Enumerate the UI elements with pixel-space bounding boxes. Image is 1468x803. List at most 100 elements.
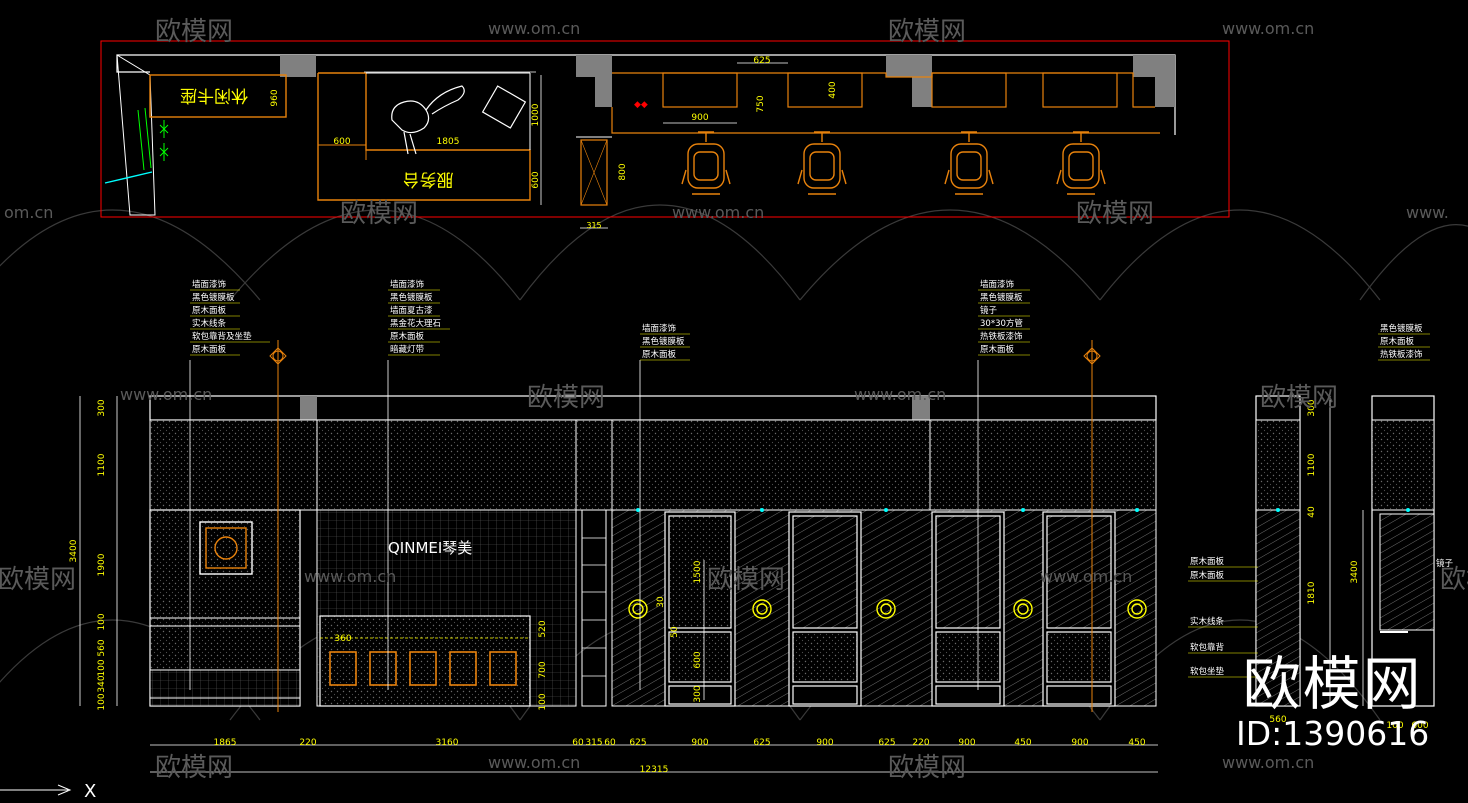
svg-text:黑色镀膜板: 黑色镀膜板: [980, 292, 1023, 303]
svg-text:www.om.cn: www.om.cn: [1222, 19, 1314, 38]
plan-lounge-label: 休闲卡座: [180, 85, 248, 105]
svg-text:www.om.cn: www.om.cn: [488, 753, 580, 772]
svg-text:960: 960: [270, 89, 280, 106]
svg-text:欧模网: 欧模网: [707, 565, 785, 595]
floor-plan: 休闲卡座 960 600 1805 服务台 1000 600 800 315 6…: [100, 40, 1230, 230]
svg-text:◆◆: ◆◆: [634, 100, 648, 110]
svg-text:墙面漆饰: 墙面漆饰: [980, 279, 1015, 290]
svg-text:热铁板漆饰: 热铁板漆饰: [980, 331, 1023, 342]
plan-boundary: [100, 40, 1230, 218]
svg-text:www.om.cn: www.om.cn: [854, 385, 946, 404]
svg-text:315: 315: [585, 738, 602, 748]
svg-text:原木面板: 原木面板: [642, 349, 677, 360]
svg-text:www.om.cn: www.om.cn: [488, 19, 580, 38]
brand-id: ID:1390616: [1236, 714, 1430, 753]
svg-text:欧模网: 欧模网: [340, 199, 418, 229]
svg-text:墙面漆饰: 墙面漆饰: [390, 279, 425, 290]
styling-chairs: [681, 131, 1106, 195]
svg-text:340: 340: [97, 675, 107, 692]
brand-overlay: 欧模网 ID:1390616: [1236, 652, 1429, 752]
svg-text:1000: 1000: [531, 103, 541, 126]
axis-x-label: X: [84, 781, 96, 802]
svg-text:1100: 1100: [97, 453, 107, 476]
svg-text:原木面板: 原木面板: [192, 305, 227, 316]
svg-text:625: 625: [629, 738, 646, 748]
svg-text:www.om.cn: www.om.cn: [120, 385, 212, 404]
svg-text:560: 560: [97, 639, 107, 656]
svg-text:40: 40: [1307, 506, 1317, 518]
svg-text:30: 30: [656, 596, 666, 608]
svg-text:软包坐垫: 软包坐垫: [1190, 666, 1225, 677]
plan-counter-label: 服务台: [403, 169, 454, 189]
svg-text:墙面漆饰: 墙面漆饰: [192, 279, 227, 290]
svg-text:3160: 3160: [436, 738, 459, 748]
svg-text:900: 900: [691, 738, 708, 748]
svg-text:墙面漆饰: 墙面漆饰: [642, 323, 677, 334]
svg-text:欧模网: 欧模网: [155, 753, 233, 783]
svg-text:450: 450: [1014, 738, 1031, 748]
svg-text:700: 700: [538, 661, 548, 678]
svg-text:1900: 1900: [97, 553, 107, 576]
svg-text:300: 300: [693, 685, 703, 702]
svg-text:60: 60: [572, 738, 584, 748]
svg-text:www.: www.: [1406, 203, 1449, 222]
svg-text:实木线条: 实木线条: [192, 318, 227, 329]
svg-text:900: 900: [816, 738, 833, 748]
svg-text:625: 625: [753, 56, 770, 66]
svg-text:欧模网: 欧模网: [155, 17, 233, 47]
svg-text:www.om.cn: www.om.cn: [304, 567, 396, 586]
svg-text:315: 315: [586, 221, 601, 230]
svg-text:400: 400: [828, 81, 838, 98]
svg-text:750: 750: [756, 95, 766, 112]
svg-text:900: 900: [691, 113, 708, 123]
elevation-logo: QINMEI琴美: [388, 539, 472, 557]
svg-text:欧模网: 欧模网: [1440, 565, 1468, 595]
svg-text:欧模网: 欧模网: [527, 383, 605, 413]
svg-text:原木面板: 原木面板: [1380, 336, 1415, 347]
svg-text:1865: 1865: [214, 738, 237, 748]
svg-text:软包靠背: 软包靠背: [1190, 642, 1225, 653]
svg-text:1500: 1500: [693, 560, 703, 583]
svg-text:1100: 1100: [1307, 453, 1317, 476]
svg-text:原木面板: 原木面板: [980, 344, 1015, 355]
svg-text:www.om.cn: www.om.cn: [672, 203, 764, 222]
svg-text:www.om.cn: www.om.cn: [1222, 753, 1314, 772]
svg-text:3400: 3400: [69, 539, 79, 562]
svg-text:原木面板: 原木面板: [192, 344, 227, 355]
svg-text:热铁板漆饰: 热铁板漆饰: [1380, 349, 1423, 360]
svg-text:625: 625: [878, 738, 895, 748]
svg-text:欧模网: 欧模网: [0, 565, 76, 595]
svg-text:原木面板: 原木面板: [390, 331, 425, 342]
svg-text:360: 360: [334, 634, 351, 644]
svg-text:625: 625: [753, 738, 770, 748]
svg-text:黑色镀膜板: 黑色镀膜板: [192, 292, 235, 303]
svg-text:600: 600: [693, 651, 703, 668]
svg-text:www.om.cn: www.om.cn: [1040, 567, 1132, 586]
svg-text:100: 100: [97, 659, 107, 676]
svg-text:50: 50: [670, 626, 680, 638]
svg-text:1805: 1805: [437, 137, 460, 147]
svg-text:520: 520: [538, 620, 548, 637]
svg-text:欧模网: 欧模网: [888, 753, 966, 783]
svg-text:600: 600: [531, 171, 541, 188]
svg-text:900: 900: [1071, 738, 1088, 748]
svg-text:900: 900: [958, 738, 975, 748]
svg-text:60: 60: [604, 738, 616, 748]
svg-text:黑色镀膜板: 黑色镀膜板: [390, 292, 433, 303]
svg-text:实木线条: 实木线条: [1190, 616, 1225, 627]
svg-text:600: 600: [333, 137, 350, 147]
svg-text:欧模网: 欧模网: [1260, 383, 1338, 413]
svg-text:3400: 3400: [1350, 560, 1360, 583]
brand-title: 欧模网: [1242, 650, 1423, 718]
svg-text:220: 220: [912, 738, 929, 748]
main-elevation: QINMEI琴美 墙面漆饰黑色镀膜板原木面板实木线条软包靠背及坐垫原木面板 墙面…: [69, 279, 1430, 775]
svg-text:12315: 12315: [640, 765, 669, 775]
axis-indicator: [0, 784, 72, 796]
svg-text:原木面板: 原木面板: [1190, 556, 1225, 567]
svg-text:450: 450: [1128, 738, 1145, 748]
svg-text:暗藏灯带: 暗藏灯带: [390, 344, 425, 355]
svg-text:黑色镀膜板: 黑色镀膜板: [642, 336, 685, 347]
svg-text:30*30方管: 30*30方管: [980, 318, 1023, 329]
svg-text:欧模网: 欧模网: [1076, 199, 1154, 229]
svg-text:100: 100: [97, 693, 107, 710]
